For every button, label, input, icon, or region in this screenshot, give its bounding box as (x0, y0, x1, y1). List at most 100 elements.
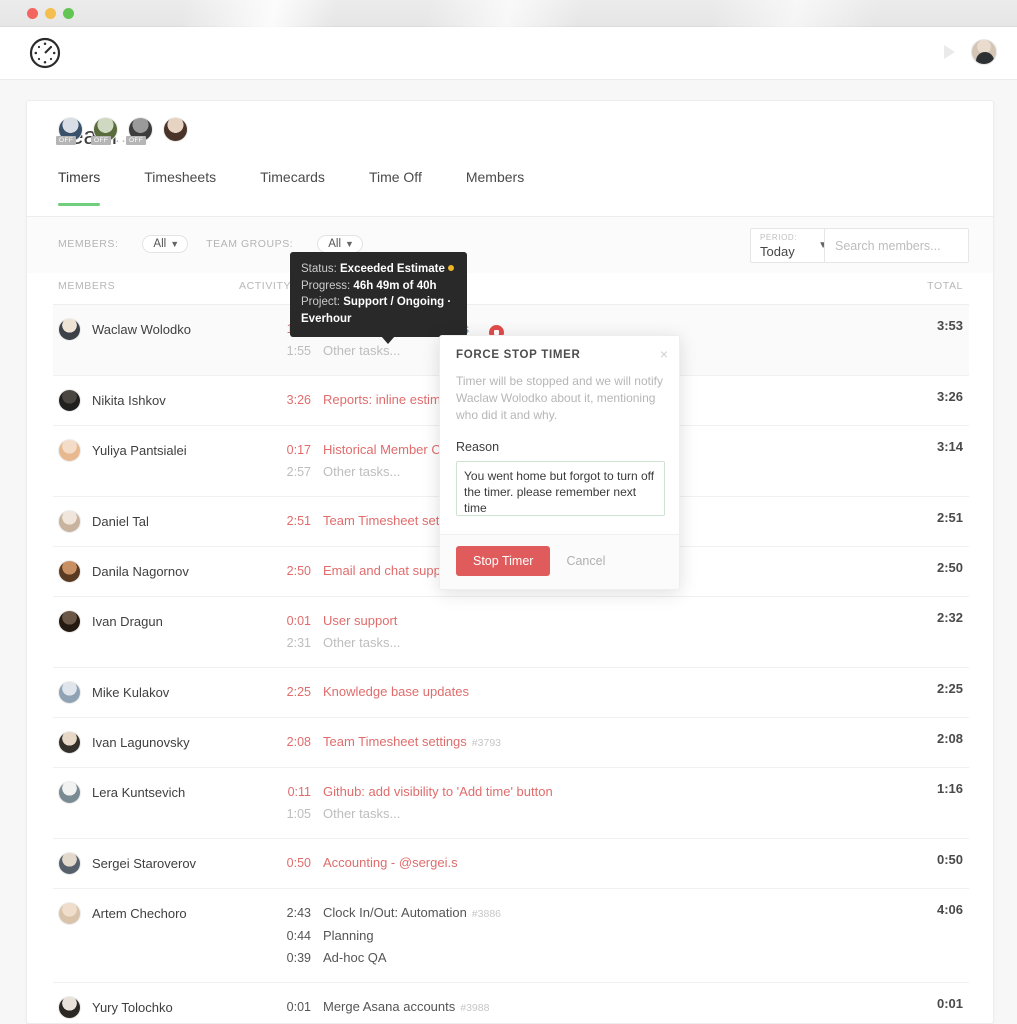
offline-member-avatar[interactable]: OFF (126, 117, 153, 145)
activity-title: Other tasks... (323, 806, 401, 821)
table-row[interactable]: Yury Tolochko 0:01 Merge Asana accounts #39… (53, 983, 969, 1023)
status-badge: OFF (91, 136, 112, 145)
activity-duration: 0:11 (287, 785, 311, 799)
activity-entry: 0:39 Ad-hoc QA (279, 947, 877, 969)
search-members-input[interactable] (824, 228, 969, 263)
activity-entry: 0:44 Planning (279, 925, 877, 947)
avatar (58, 389, 81, 412)
dialog-body: Timer will be stopped and we will notify… (440, 361, 679, 521)
activity-cell: 2:25 Knowledge base updates (279, 681, 877, 703)
table-row[interactable]: Lera Kuntsevich 0:11 Github: add visibilit… (53, 768, 969, 839)
table-row[interactable]: Sergei Staroverov 0:50 Accounting - @serge… (53, 839, 969, 889)
avatar (58, 731, 81, 754)
activity-duration: 0:39 (286, 951, 311, 965)
activity-title: Github: add visibility to 'Add time' but… (323, 784, 553, 799)
column-header-activity: ACTIVITY (239, 280, 292, 292)
activity-duration: 0:17 (286, 443, 311, 457)
members-filter-value: All (153, 238, 167, 250)
maximize-window-button[interactable] (63, 8, 74, 19)
activity-duration: 3:26 (286, 393, 311, 407)
team-groups-filter-value: All (328, 238, 342, 250)
member-cell: Ivan Lagunovsky (53, 731, 279, 754)
member-name: Waclaw Wolodko (92, 322, 191, 337)
cancel-button[interactable]: Cancel (566, 554, 605, 568)
member-name: Yuliya Pantsialei (92, 443, 187, 458)
tooltip-progress-key: Progress: (301, 279, 351, 292)
activity-task-id: #3988 (460, 1002, 490, 1014)
activity-duration: 1:55 (286, 344, 311, 358)
avatar (58, 610, 81, 633)
offline-member-avatar[interactable]: OFF (91, 117, 118, 145)
total-cell: 4:06 (936, 902, 963, 917)
dialog-description: Timer will be stopped and we will notify… (456, 374, 663, 422)
activity-duration: 0:01 (286, 614, 311, 628)
activity-entry: 2:08 Team Timesheet settings #3793 (279, 731, 877, 754)
team-groups-filter-label: TEAM GROUPS: (206, 238, 294, 250)
member-cell: Danila Nagornov (53, 560, 279, 583)
member-name: Artem Chechoro (92, 906, 187, 921)
stop-timer-button[interactable]: Stop Timer (456, 546, 551, 576)
activity-cell: 0:01 User support 2:31 Other tasks... (279, 610, 877, 654)
member-name: Daniel Tal (92, 514, 149, 529)
activity-duration: 0:50 (286, 856, 311, 870)
titlebar-glare (0, 0, 1017, 27)
activity-duration: 1:05 (286, 807, 311, 821)
total-cell: 3:14 (936, 439, 963, 454)
member-cell: Daniel Tal (53, 510, 279, 533)
activity-title: Planning (323, 928, 374, 943)
column-header-total: TOTAL (927, 280, 963, 292)
activity-title: Knowledge base updates (323, 684, 470, 699)
tooltip-progress-line: Progress: 46h 49m of 40h (301, 278, 456, 295)
tooltip-progress-value: 46h 49m of 40h (353, 279, 437, 292)
offline-member-avatar[interactable] (163, 117, 188, 142)
avatar (58, 681, 81, 704)
table-header: MEMBERS ACTIVITY TOTAL (27, 273, 993, 305)
close-window-button[interactable] (27, 8, 38, 19)
close-icon[interactable]: × (660, 347, 668, 361)
tab-timers[interactable]: Timers (58, 169, 101, 206)
tab-timecards[interactable]: Timecards (260, 169, 325, 199)
offline-member-avatar[interactable]: OFF (56, 117, 83, 145)
member-cell: Yury Tolochko (53, 996, 279, 1019)
member-cell: Mike Kulakov (53, 681, 279, 704)
total-cell: 0:01 (936, 996, 963, 1011)
member-name: Ivan Lagunovsky (92, 735, 190, 750)
total-cell: 3:26 (936, 389, 963, 404)
activity-entry: 2:25 Knowledge base updates (279, 681, 877, 703)
table-row[interactable]: Mike Kulakov 2:25 Knowledge base updates 2:… (53, 668, 969, 718)
activity-cell: 2:08 Team Timesheet settings #3793 (279, 731, 877, 754)
member-cell: Lera Kuntsevich (53, 781, 279, 804)
play-timer-icon[interactable] (941, 43, 957, 61)
table-row[interactable]: Artem Chechoro 2:43 Clock In/Out: Automati… (53, 889, 969, 983)
total-cell: 2:50 (936, 560, 963, 575)
timer-status-tooltip: Status: Exceeded Estimate Progress: 46h … (290, 252, 467, 344)
table-row[interactable]: Ivan Dragun 0:01 User support 2:31 Other tas… (53, 597, 969, 668)
activity-title: Ad-hoc QA (323, 950, 387, 965)
member-name: Mike Kulakov (92, 685, 170, 700)
tab-members[interactable]: Members (466, 169, 524, 199)
stopwatch-icon[interactable] (28, 36, 62, 70)
minimize-window-button[interactable] (45, 8, 56, 19)
status-dot-icon (447, 265, 454, 271)
reason-textarea[interactable] (456, 461, 665, 516)
activity-entry: 2:43 Clock In/Out: Automation #3886 (279, 902, 877, 925)
dialog-title: FORCE STOP TIMER (456, 349, 581, 361)
tab-time-off[interactable]: Time Off (369, 169, 422, 199)
tab-timesheets[interactable]: Timesheets (144, 169, 216, 199)
member-cell: Nikita Ishkov (53, 389, 279, 412)
avatar (58, 318, 81, 341)
window-titlebar (0, 0, 1017, 27)
activity-entry: 0:11 Github: add visibility to 'Add time'… (279, 781, 877, 803)
total-cell: 3:53 (936, 318, 963, 333)
total-cell: 0:50 (936, 852, 963, 867)
avatar (58, 902, 81, 925)
members-filter-dropdown[interactable]: All ▼ (142, 235, 189, 253)
member-name: Lera Kuntsevich (92, 785, 186, 800)
activity-cell: 0:11 Github: add visibility to 'Add time'… (279, 781, 877, 825)
table-row[interactable]: Ivan Lagunovsky 2:08 Team Timesheet settin… (53, 718, 969, 768)
user-avatar[interactable] (971, 39, 997, 65)
tooltip-status-key: Status: (301, 263, 337, 275)
team-groups-filter-dropdown[interactable]: All ▼ (317, 235, 363, 253)
filter-bar: MEMBERS: All ▼ TEAM GROUPS: All ▼ PERIOD… (27, 217, 993, 273)
offline-members-list: OFF OFF OFF (53, 101, 967, 160)
